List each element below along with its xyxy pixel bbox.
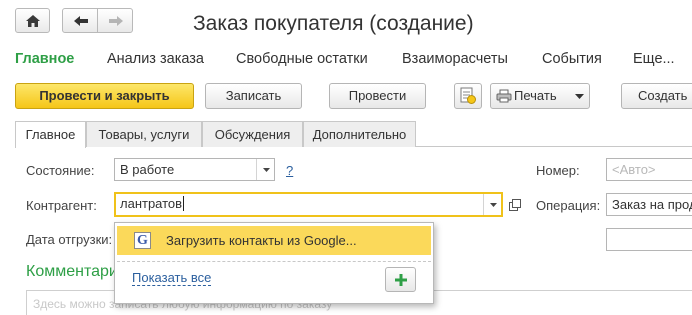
section-more[interactable]: Еще... bbox=[633, 51, 675, 67]
load-google-contacts-item[interactable]: G Загрузить контакты из Google... bbox=[117, 226, 431, 255]
ship-date-label: Дата отгрузки: bbox=[26, 232, 113, 247]
counterparty-dropdown: G Загрузить контакты из Google... Показа… bbox=[114, 222, 434, 304]
section-events[interactable]: События bbox=[542, 51, 602, 67]
arrow-right-icon bbox=[109, 16, 123, 26]
open-window-icon bbox=[509, 199, 521, 211]
post-button[interactable]: Провести bbox=[329, 83, 426, 109]
plus-icon bbox=[395, 274, 407, 286]
number-placeholder: <Авто> bbox=[612, 162, 656, 177]
state-dropdown-button[interactable] bbox=[256, 159, 274, 180]
tab-additional[interactable]: Дополнительно bbox=[303, 121, 416, 147]
extra-input[interactable] bbox=[606, 228, 692, 251]
counterparty-input[interactable]: лантратов bbox=[114, 192, 503, 217]
chevron-down-icon bbox=[263, 168, 270, 172]
add-counterparty-button[interactable] bbox=[385, 267, 416, 292]
report-button[interactable] bbox=[454, 83, 482, 109]
comment-section-title: Комментарий bbox=[26, 263, 127, 280]
tab-discussions[interactable]: Обсуждения bbox=[202, 121, 303, 147]
print-button[interactable]: Печать bbox=[490, 83, 590, 109]
chevron-down-icon bbox=[490, 203, 497, 207]
chevron-down-icon bbox=[575, 94, 584, 99]
print-label: Печать bbox=[514, 88, 557, 103]
home-icon bbox=[26, 15, 40, 27]
home-button[interactable] bbox=[15, 8, 50, 33]
dropdown-separator bbox=[117, 261, 431, 262]
back-button[interactable] bbox=[62, 8, 98, 33]
counterparty-dropdown-button[interactable] bbox=[483, 194, 501, 215]
create-button[interactable]: Создать bbox=[621, 83, 692, 109]
section-order-analysis[interactable]: Анализ заказа bbox=[107, 51, 204, 67]
section-main[interactable]: Главное bbox=[15, 51, 74, 67]
post-and-close-button[interactable]: Провести и закрыть bbox=[15, 83, 194, 109]
load-google-contacts-label: Загрузить контакты из Google... bbox=[166, 233, 357, 248]
operation-label: Операция: bbox=[536, 198, 601, 213]
printer-icon bbox=[496, 89, 512, 103]
page-title: Заказ покупателя (создание) bbox=[193, 12, 474, 35]
section-free-stock[interactable]: Свободные остатки bbox=[236, 51, 368, 67]
state-label: Состояние: bbox=[26, 163, 95, 178]
tab-goods-services[interactable]: Товары, услуги bbox=[86, 121, 202, 147]
show-all-link[interactable]: Показать все bbox=[132, 271, 212, 286]
number-label: Номер: bbox=[536, 163, 580, 178]
operation-select[interactable]: Заказ на продажу bbox=[606, 193, 692, 216]
operation-value: Заказ на продажу bbox=[612, 197, 692, 212]
help-link[interactable]: ? bbox=[286, 163, 293, 178]
state-select[interactable]: В работе bbox=[114, 158, 275, 181]
section-settlements[interactable]: Взаиморасчеты bbox=[402, 51, 508, 67]
save-button[interactable]: Записать bbox=[205, 83, 302, 109]
google-icon: G bbox=[134, 232, 151, 249]
number-input[interactable]: <Авто> bbox=[606, 158, 692, 181]
report-icon bbox=[460, 87, 476, 104]
open-counterparty-button[interactable] bbox=[506, 195, 524, 214]
arrow-left-icon bbox=[74, 16, 88, 26]
counterparty-label: Контрагент: bbox=[26, 198, 97, 213]
counterparty-value: лантратов bbox=[120, 196, 183, 211]
tab-main[interactable]: Главное bbox=[15, 121, 86, 148]
state-value: В работе bbox=[120, 162, 175, 177]
forward-button[interactable] bbox=[97, 8, 133, 33]
